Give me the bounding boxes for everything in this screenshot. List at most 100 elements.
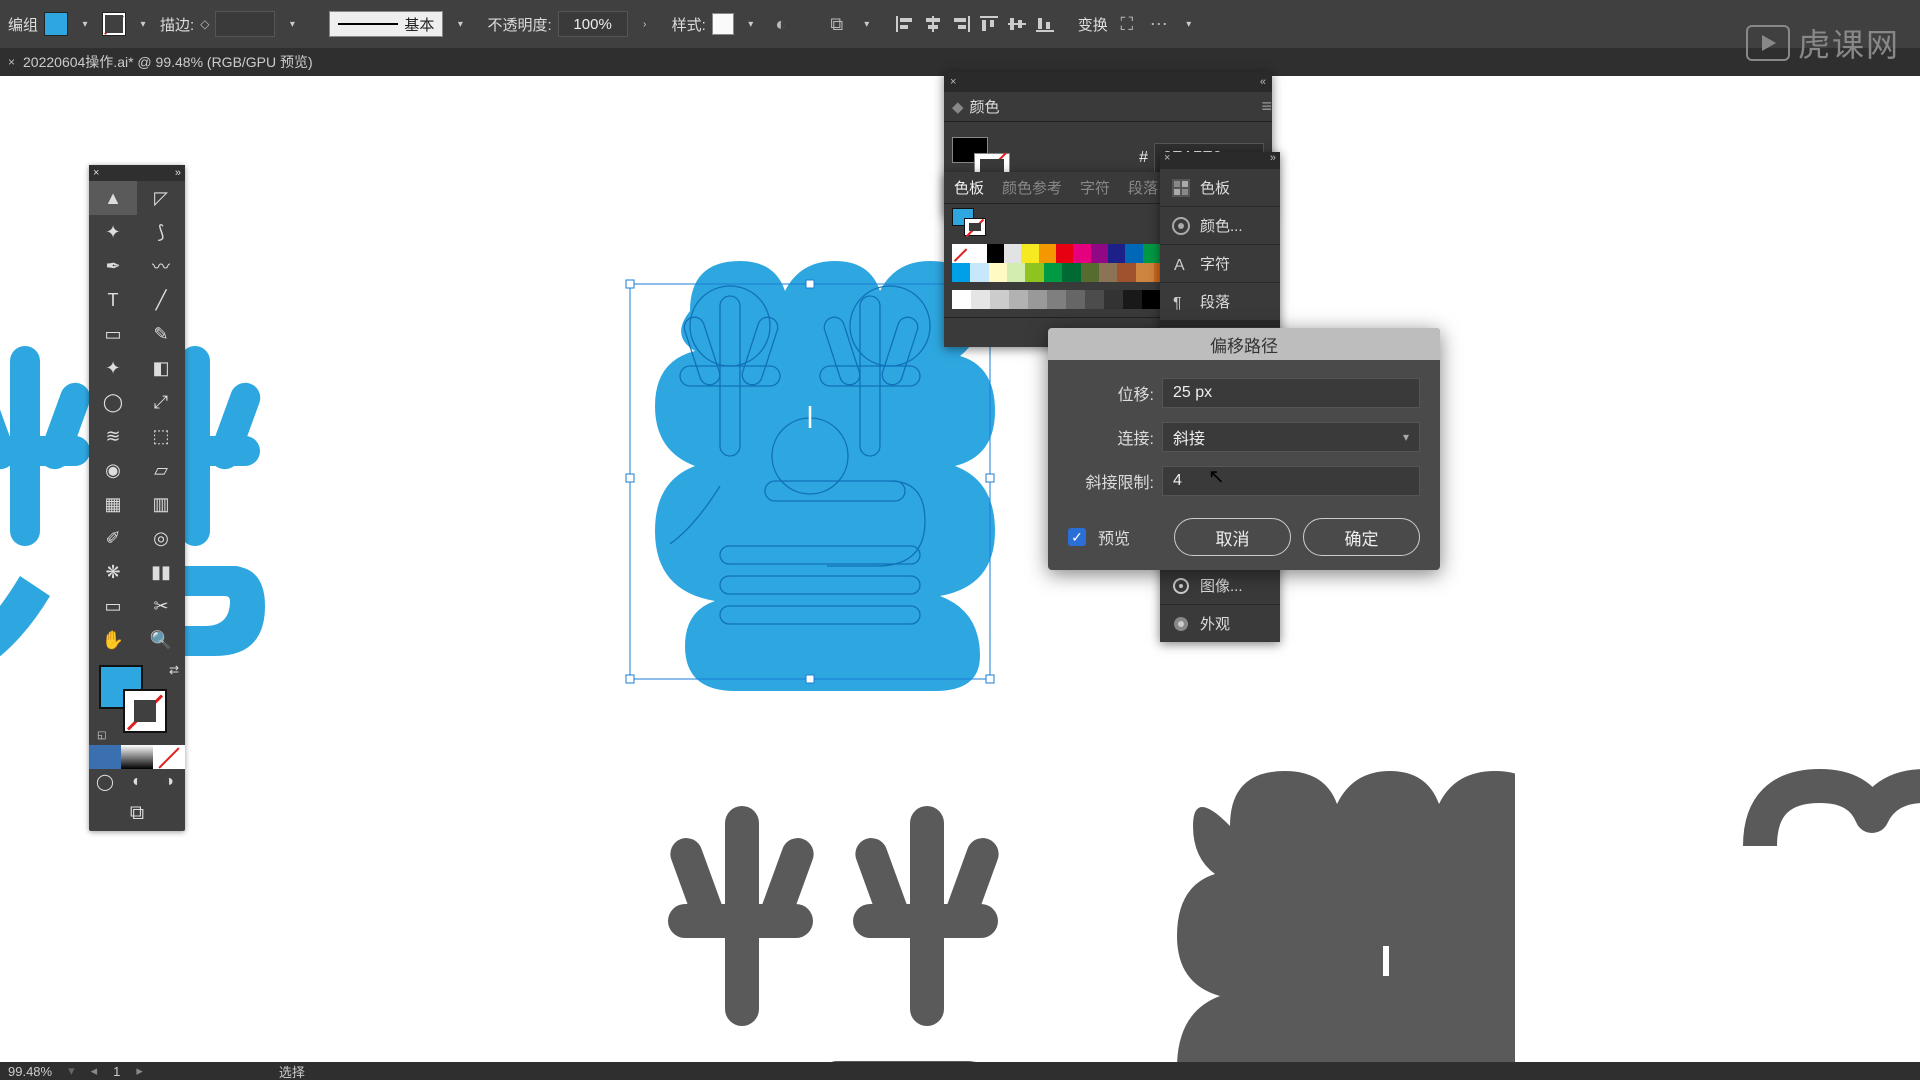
- swatch-gray[interactable]: [971, 290, 990, 309]
- swatch[interactable]: [1108, 244, 1125, 263]
- panel-char[interactable]: A字符: [1160, 244, 1280, 282]
- panel-swatches[interactable]: 色板: [1160, 168, 1280, 206]
- stack-close-icon[interactable]: ×: [1164, 152, 1170, 168]
- swatch[interactable]: [1143, 244, 1160, 263]
- stroke-swatch[interactable]: [102, 12, 126, 36]
- shape-builder-tool[interactable]: ◉: [89, 453, 137, 487]
- fill-dropdown-icon[interactable]: ▾: [74, 13, 96, 35]
- panel-paragraph[interactable]: ¶段落: [1160, 282, 1280, 320]
- swatch-gray[interactable]: [1028, 290, 1047, 309]
- character-tab[interactable]: 字符: [1080, 177, 1110, 198]
- blend-tool[interactable]: ◎: [137, 521, 185, 555]
- perspective-tool[interactable]: ▱: [137, 453, 185, 487]
- panel-close-icon[interactable]: ×: [950, 76, 956, 88]
- zoom-level[interactable]: 99.48%: [8, 1064, 52, 1079]
- panel-image-trace[interactable]: 图像...: [1160, 566, 1280, 604]
- selection-tool[interactable]: ▲: [89, 181, 137, 215]
- toolbox-close-icon[interactable]: ×: [93, 167, 99, 179]
- color-panel-tab[interactable]: 颜色: [970, 96, 1000, 117]
- swatch-gray[interactable]: [1104, 290, 1123, 309]
- gradient-tool[interactable]: ▥: [137, 487, 185, 521]
- align-top-icon[interactable]: [976, 13, 1002, 35]
- swatch[interactable]: [989, 263, 1007, 282]
- swatch-gray[interactable]: [1047, 290, 1066, 309]
- hand-tool[interactable]: ✋: [89, 623, 137, 657]
- screen-mode-icon[interactable]: ⧉: [89, 795, 185, 831]
- swatch[interactable]: [970, 263, 988, 282]
- type-tool[interactable]: T: [89, 283, 137, 317]
- swatch[interactable]: [1062, 263, 1080, 282]
- align-bottom-icon[interactable]: [1032, 13, 1058, 35]
- stroke-profile-select[interactable]: 基本: [329, 11, 443, 37]
- stroke-weight-field[interactable]: [215, 11, 275, 37]
- opacity-popup-icon[interactable]: ›: [634, 13, 656, 35]
- color-guide-tab[interactable]: 颜色参考: [1002, 177, 1062, 198]
- curvature-tool[interactable]: 〰: [137, 249, 185, 283]
- swap-fill-stroke-icon[interactable]: ⇄: [169, 663, 179, 677]
- align-vcenter-icon[interactable]: [1004, 13, 1030, 35]
- rectangle-tool[interactable]: ▭: [89, 317, 137, 351]
- free-transform-tool[interactable]: ⬚: [137, 419, 185, 453]
- align-hcenter-icon[interactable]: [920, 13, 946, 35]
- preview-checkbox[interactable]: ✓: [1068, 528, 1086, 546]
- panel-menu-icon[interactable]: ≡: [1261, 96, 1272, 117]
- shaper-tool[interactable]: ✦: [89, 351, 137, 385]
- swatch-proxy[interactable]: [952, 208, 986, 236]
- line-tool[interactable]: ╱: [137, 283, 185, 317]
- swatch[interactable]: [1025, 263, 1043, 282]
- join-select[interactable]: 斜接 ▾: [1162, 422, 1420, 452]
- swatch[interactable]: [1091, 244, 1108, 263]
- swatch[interactable]: [1073, 244, 1090, 263]
- pen-tool[interactable]: ✒: [89, 249, 137, 283]
- fill-stroke-block[interactable]: ⇄ ◱: [89, 657, 185, 745]
- swatch-gray[interactable]: [1123, 290, 1142, 309]
- color-mode-solid[interactable]: [89, 745, 121, 769]
- toolbox-menu-icon[interactable]: »: [175, 167, 181, 179]
- symbol-sprayer-tool[interactable]: ❋: [89, 555, 137, 589]
- lasso-tool[interactable]: ⟆: [137, 215, 185, 249]
- color-mode-gradient[interactable]: [121, 745, 153, 769]
- swatch[interactable]: [1081, 263, 1099, 282]
- fill-swatch[interactable]: [44, 12, 68, 36]
- swatch-gray[interactable]: [1142, 290, 1161, 309]
- draw-behind-icon[interactable]: ◐: [121, 769, 153, 795]
- recolor-icon[interactable]: ◐: [768, 11, 794, 37]
- swatch[interactable]: [1021, 244, 1038, 263]
- swatch[interactable]: [1007, 263, 1025, 282]
- draw-normal-icon[interactable]: ◯: [89, 769, 121, 795]
- width-tool[interactable]: ≋: [89, 419, 137, 453]
- artboard-tool[interactable]: ▭: [89, 589, 137, 623]
- graph-tool[interactable]: ▮▮: [137, 555, 185, 589]
- eyedropper-tool[interactable]: ✐: [89, 521, 137, 555]
- close-tab-icon[interactable]: ×: [8, 55, 15, 69]
- ok-button[interactable]: 确定: [1303, 518, 1420, 556]
- document-tab-title[interactable]: 20220604操作.ai* @ 99.48% (RGB/GPU 预览): [23, 52, 313, 72]
- swatch-gray[interactable]: [1066, 290, 1085, 309]
- swatch[interactable]: [1117, 263, 1135, 282]
- swatch[interactable]: [1099, 263, 1117, 282]
- swatch[interactable]: [1056, 244, 1073, 263]
- panel-collapse-icon[interactable]: «: [1260, 76, 1266, 88]
- swatch-gray[interactable]: [990, 290, 1009, 309]
- swatch[interactable]: [1125, 244, 1142, 263]
- swatch[interactable]: [969, 244, 986, 263]
- align-right-icon[interactable]: [948, 13, 974, 35]
- panel-appearance[interactable]: 外观: [1160, 604, 1280, 642]
- stroke-weight-dropdown-icon[interactable]: ▾: [281, 13, 303, 35]
- stroke-dropdown-icon[interactable]: ▾: [132, 13, 154, 35]
- color-mode-none[interactable]: [153, 745, 185, 769]
- paintbrush-tool[interactable]: ✎: [137, 317, 185, 351]
- eraser-tool[interactable]: ◧: [137, 351, 185, 385]
- stack-collapse-icon[interactable]: »: [1270, 152, 1276, 168]
- swatch-none[interactable]: [952, 244, 969, 263]
- draw-inside-icon[interactable]: ◑: [153, 769, 185, 795]
- cancel-button[interactable]: 取消: [1174, 518, 1291, 556]
- swatch[interactable]: [1044, 263, 1062, 282]
- align-left-icon[interactable]: [892, 13, 918, 35]
- direct-selection-tool[interactable]: ◸: [137, 181, 185, 215]
- more-icon[interactable]: ⋯: [1146, 11, 1172, 37]
- style-dropdown-icon[interactable]: ▾: [740, 13, 762, 35]
- swatch[interactable]: [1136, 263, 1154, 282]
- scale-tool[interactable]: ⤢: [137, 385, 185, 419]
- zoom-tool[interactable]: 🔍: [137, 623, 185, 657]
